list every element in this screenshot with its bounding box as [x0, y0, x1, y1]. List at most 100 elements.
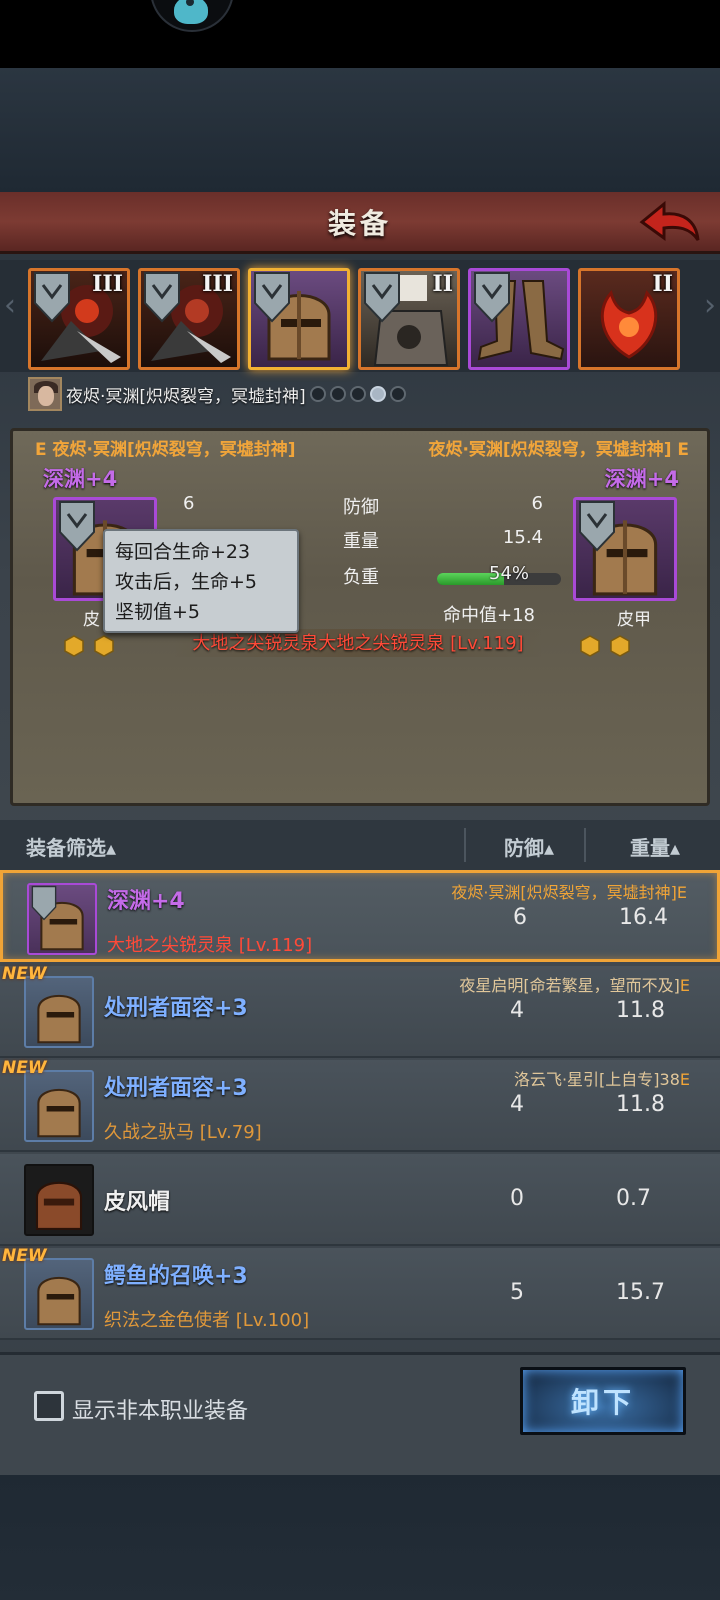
gem-slots-right: [579, 635, 639, 657]
show-other-class-label[interactable]: 显示非本职业装备: [72, 1393, 248, 1425]
sort-weight-button[interactable]: 重量▴: [630, 832, 680, 861]
list-item-selected[interactable]: 深渊+4 大地之尖锐灵泉 [Lv.119] 夜烬·冥渊[炽烬裂穹，冥墟封神]E …: [0, 870, 720, 962]
new-badge: NEW: [2, 1246, 47, 1266]
slot-weapon-2[interactable]: III: [138, 268, 240, 370]
item-name: 皮风帽: [104, 1190, 171, 1215]
helmet-icon: [24, 1258, 94, 1330]
defense-label: 防御: [343, 497, 379, 518]
back-arrow-icon[interactable]: [638, 198, 702, 246]
helmet-icon: [27, 883, 97, 955]
tooltip-line: 攻击后，生命+5: [115, 571, 258, 593]
page-title: 装备: [327, 206, 392, 240]
compare-owner-left: E 夜烬·冥渊[炽烬裂穹，冥墟封神]: [35, 440, 296, 460]
slot-helmet[interactable]: [248, 268, 350, 370]
list-item[interactable]: NEW 处刑者面容+3 久战之驮马 [Lv.79] 洛云飞·星引[上自专]38E…: [0, 1058, 720, 1152]
item-weight: 0.7: [616, 1186, 651, 1211]
owner-row: 夜烬·冥渊[炽烬裂穹，冥墟封神]: [28, 376, 410, 412]
leather-hood-icon: [24, 1164, 94, 1236]
page-dot[interactable]: [349, 386, 366, 402]
avatar[interactable]: [28, 377, 62, 411]
owner-name: 夜烬·冥渊[炽烬裂穹，冥墟封神]: [66, 386, 306, 407]
list-item[interactable]: NEW 鳄鱼的召唤+3 织法之金色使者 [Lv.100] 5 15.7: [0, 1246, 720, 1340]
shield-badge-icon: [59, 501, 95, 552]
item-enchant: 久战之驮马 [Lv.79]: [104, 1122, 262, 1143]
page-dot[interactable]: [389, 386, 406, 402]
slot-chest[interactable]: II: [358, 268, 460, 370]
gem-hex-icon[interactable]: [579, 635, 601, 657]
sort-defense-button[interactable]: 防御▴: [504, 832, 554, 861]
gem-hex-icon[interactable]: [609, 635, 631, 657]
gem-hex-icon[interactable]: [93, 635, 115, 657]
tier-label: III: [202, 271, 233, 297]
item-owner: 夜烬·冥渊[炽烬裂穹，冥墟封神]E: [451, 883, 687, 902]
background-lower: [0, 1475, 720, 1600]
item-defense: 5: [510, 1280, 524, 1305]
compare-left-type: 皮: [83, 610, 100, 630]
item-defense: 4: [510, 998, 524, 1023]
compare-owner-right: 夜烬·冥渊[炽烬裂穹，冥墟封神] E: [428, 440, 689, 460]
status-bar: [0, 0, 720, 68]
unequip-button[interactable]: 卸下: [520, 1367, 686, 1435]
item-enchant: 织法之金色使者 [Lv.100]: [104, 1310, 310, 1331]
page-dot[interactable]: [329, 386, 346, 402]
compare-right-helmet-icon[interactable]: [573, 497, 677, 601]
shield-badge-icon: [254, 272, 290, 323]
tier-label: II: [432, 271, 453, 297]
filter-header: 装备筛选▴ 防御▴ 重量▴: [0, 820, 720, 870]
slots-prev-arrow-icon[interactable]: ‹: [4, 288, 16, 323]
load-percent: 54%: [489, 563, 530, 584]
defense-right: 6: [531, 493, 543, 514]
show-other-class-checkbox[interactable]: [34, 1391, 64, 1421]
gem-slots-left: [63, 635, 123, 657]
tier-label: III: [92, 271, 123, 297]
shield-badge-icon: [364, 272, 400, 323]
tier-label: II: [652, 271, 673, 297]
item-name: 鳄鱼的召唤+3: [104, 1264, 248, 1289]
page-dot-active[interactable]: [369, 386, 386, 402]
item-name: 处刑者面容+3: [104, 996, 248, 1021]
enchant-line: 大地之尖锐灵泉大地之尖锐灵泉 [Lv.119]: [173, 629, 543, 657]
bottom-bar: 显示非本职业装备 卸下: [0, 1352, 720, 1476]
divider: [584, 828, 586, 862]
stat-defense: 6 防御 6: [163, 493, 563, 523]
slot-boots[interactable]: [468, 268, 570, 370]
equipment-panel: 装备 ‹ › III III II II 夜烬·冥渊[炽烬裂穹，冥墟封神] E …: [0, 192, 720, 1476]
list-item[interactable]: NEW 处刑者面容+3 夜星启明[命若繁星，望而不及]E 4 11.8: [0, 964, 720, 1058]
item-owner: 洛云飞·星引[上自专]38E: [513, 1070, 690, 1089]
item-weight: 11.8: [616, 998, 665, 1023]
item-enchant: 大地之尖锐灵泉 [Lv.119]: [107, 935, 313, 956]
page-dot[interactable]: [309, 386, 326, 402]
item-weight: 15.7: [616, 1280, 665, 1305]
tooltip-line: 每回合生命+23: [115, 541, 251, 563]
list-item[interactable]: 皮风帽 0 0.7: [0, 1154, 720, 1246]
new-badge: NEW: [2, 1058, 47, 1078]
shield-badge-icon: [144, 272, 180, 323]
title-bar: 装备: [0, 192, 720, 254]
defense-left: 6: [183, 493, 195, 514]
slot-emblem[interactable]: II: [578, 268, 680, 370]
new-badge: NEW: [2, 964, 47, 984]
gem-hex-icon[interactable]: [63, 635, 85, 657]
shield-badge-icon: [31, 885, 57, 921]
tooltip-line: 坚韧值+5: [115, 601, 201, 623]
compare-left-name: 深渊+4: [43, 467, 118, 491]
item-weight: 11.8: [616, 1092, 665, 1117]
shield-badge-icon: [474, 272, 510, 323]
item-name: 处刑者面容+3: [104, 1076, 248, 1101]
effects-tooltip: 每回合生命+23 攻击后，生命+5 坚韧值+5: [103, 529, 299, 633]
slot-weapon-1[interactable]: III: [28, 268, 130, 370]
item-weight: 16.4: [619, 905, 668, 930]
shield-badge-icon: [579, 501, 615, 552]
compare-right-name: 深渊+4: [604, 467, 679, 491]
load-label: 负重: [343, 567, 379, 588]
weight-right: 15.4: [502, 527, 543, 548]
slots-next-arrow-icon[interactable]: ›: [704, 288, 716, 323]
hit-value: 命中值+18: [443, 605, 535, 626]
helmet-icon: [24, 976, 94, 1048]
item-defense: 6: [513, 905, 527, 930]
divider: [464, 828, 466, 862]
filter-sort-button[interactable]: 装备筛选▴: [26, 832, 116, 861]
equipment-slots: ‹ › III III II II: [0, 260, 720, 372]
unequip-label: 卸下: [570, 1386, 635, 1419]
compare-right-type: 皮甲: [617, 610, 651, 630]
